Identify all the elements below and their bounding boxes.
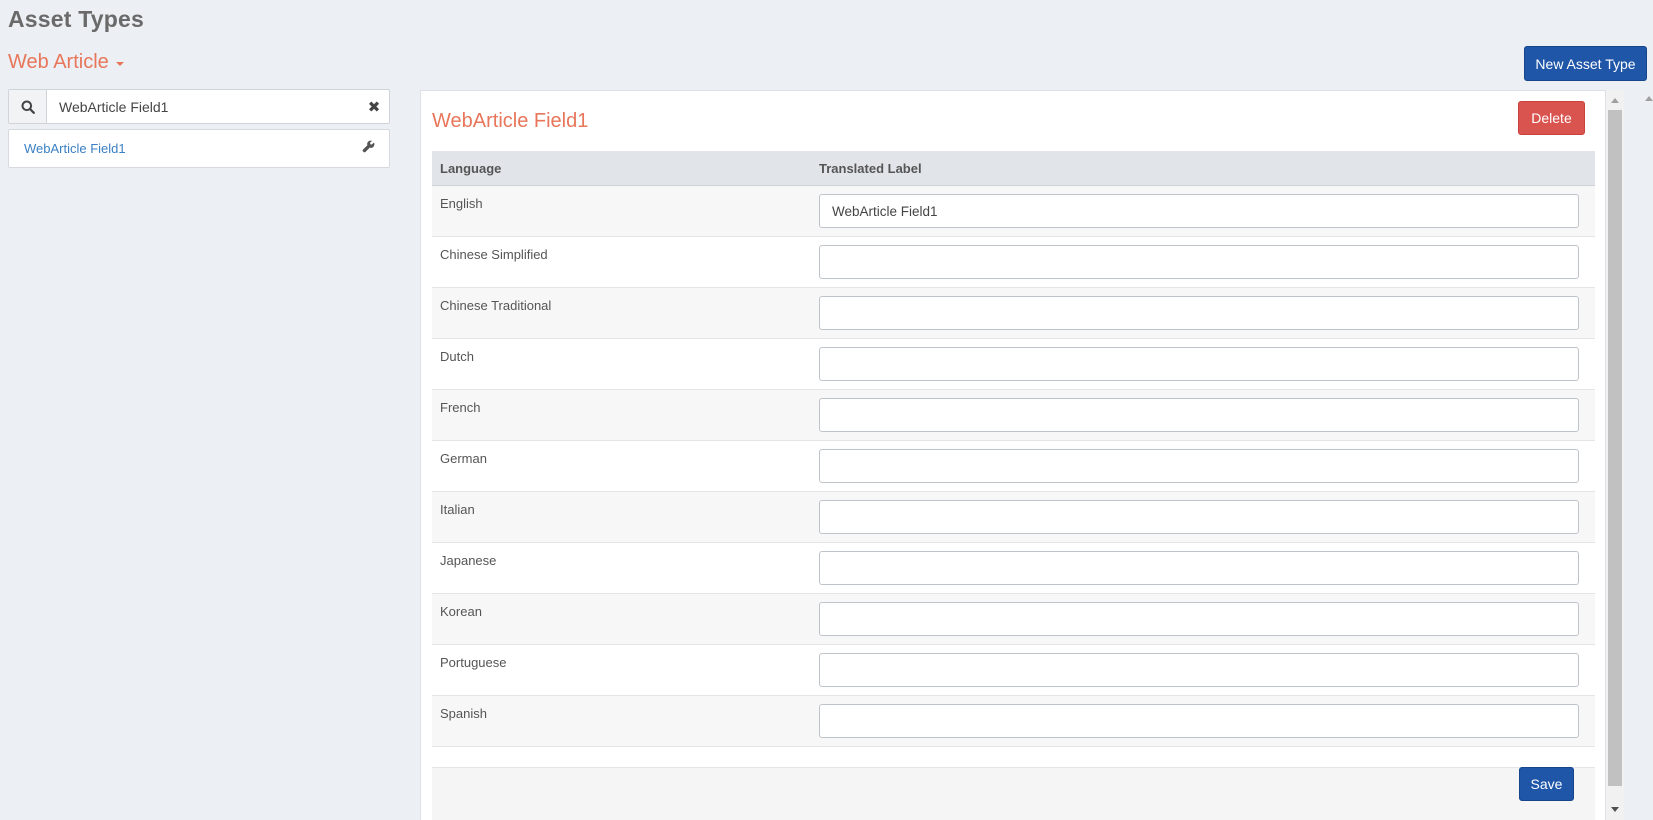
search-icon[interactable] <box>9 90 47 123</box>
column-header-translated-label: Translated Label <box>819 160 922 176</box>
column-header-language: Language <box>440 160 502 176</box>
caret-down-icon <box>115 62 124 66</box>
translated-label-cell <box>819 237 1595 287</box>
asset-type-label: Web Article <box>8 51 109 73</box>
translated-label-input[interactable] <box>819 347 1579 381</box>
translated-label-input[interactable] <box>819 296 1579 330</box>
table-header: Language Translated Label <box>432 151 1595 186</box>
result-link[interactable]: WebArticle Field1 <box>24 141 126 156</box>
detail-title: WebArticle Field1 <box>432 110 589 132</box>
translated-label-cell <box>819 543 1595 593</box>
table-row: Korean <box>432 594 1595 645</box>
table-row: French <box>432 390 1595 441</box>
translated-label-cell <box>819 441 1595 491</box>
save-button[interactable]: Save <box>1519 767 1574 801</box>
language-label: Dutch <box>440 349 474 364</box>
translated-label-cell <box>819 594 1595 644</box>
language-label: Chinese Simplified <box>440 247 548 262</box>
language-label: English <box>440 196 483 211</box>
translated-label-cell <box>819 492 1595 542</box>
table-row: Dutch <box>432 339 1595 390</box>
table-row: Portuguese <box>432 645 1595 696</box>
detail-panel: WebArticle Field1 Delete Language Transl… <box>420 90 1606 820</box>
table-row: German <box>432 441 1595 492</box>
new-asset-type-button[interactable]: New Asset Type <box>1524 46 1647 81</box>
translated-label-cell <box>819 186 1595 236</box>
language-label: German <box>440 451 487 466</box>
translated-label-input[interactable] <box>819 602 1579 636</box>
scrollbar-thumb[interactable] <box>1608 110 1622 786</box>
scroll-up-arrow-icon[interactable] <box>1611 98 1619 103</box>
translated-label-cell <box>819 288 1595 338</box>
translated-label-input[interactable] <box>819 398 1579 432</box>
table-row: Italian <box>432 492 1595 543</box>
language-label: Spanish <box>440 706 487 721</box>
language-label: Chinese Traditional <box>440 298 552 313</box>
translated-label-input[interactable] <box>819 500 1579 534</box>
search-input[interactable] <box>47 90 359 123</box>
table-row: Spanish <box>432 696 1595 747</box>
translated-label-cell <box>819 696 1595 746</box>
language-label: French <box>440 400 481 415</box>
wrench-icon[interactable] <box>362 140 375 158</box>
search-box: ✖ <box>8 89 390 124</box>
language-label: Italian <box>440 502 475 517</box>
language-label: Japanese <box>440 553 497 568</box>
table-row: English <box>432 186 1595 237</box>
translated-label-input[interactable] <box>819 449 1579 483</box>
table-row: Chinese Simplified <box>432 237 1595 288</box>
language-label: Portuguese <box>440 655 507 670</box>
delete-button[interactable]: Delete <box>1518 101 1585 135</box>
scroll-down-arrow-icon[interactable] <box>1611 807 1619 812</box>
translated-label-cell <box>819 339 1595 389</box>
scrollbar[interactable] <box>1606 90 1624 820</box>
list-item[interactable]: WebArticle Field1 <box>8 129 390 168</box>
page-scroll-up-arrow-icon[interactable] <box>1645 96 1653 101</box>
translation-table: Language Translated Label English Chinese… <box>432 151 1595 747</box>
translated-label-cell <box>819 390 1595 440</box>
translated-label-cell <box>819 645 1595 695</box>
panel-footer <box>432 767 1595 820</box>
language-label: Korean <box>440 604 482 619</box>
table-row: Japanese <box>432 543 1595 594</box>
table-row: Chinese Traditional <box>432 288 1595 339</box>
translated-label-input[interactable] <box>819 245 1579 279</box>
translated-label-input[interactable] <box>819 653 1579 687</box>
page-title: Asset Types <box>8 6 144 32</box>
close-icon[interactable]: ✖ <box>359 90 389 123</box>
translated-label-input[interactable] <box>819 704 1579 738</box>
asset-type-dropdown[interactable]: Web Article <box>8 51 124 74</box>
translated-label-input[interactable] <box>819 551 1579 585</box>
translated-label-input[interactable] <box>819 194 1579 228</box>
